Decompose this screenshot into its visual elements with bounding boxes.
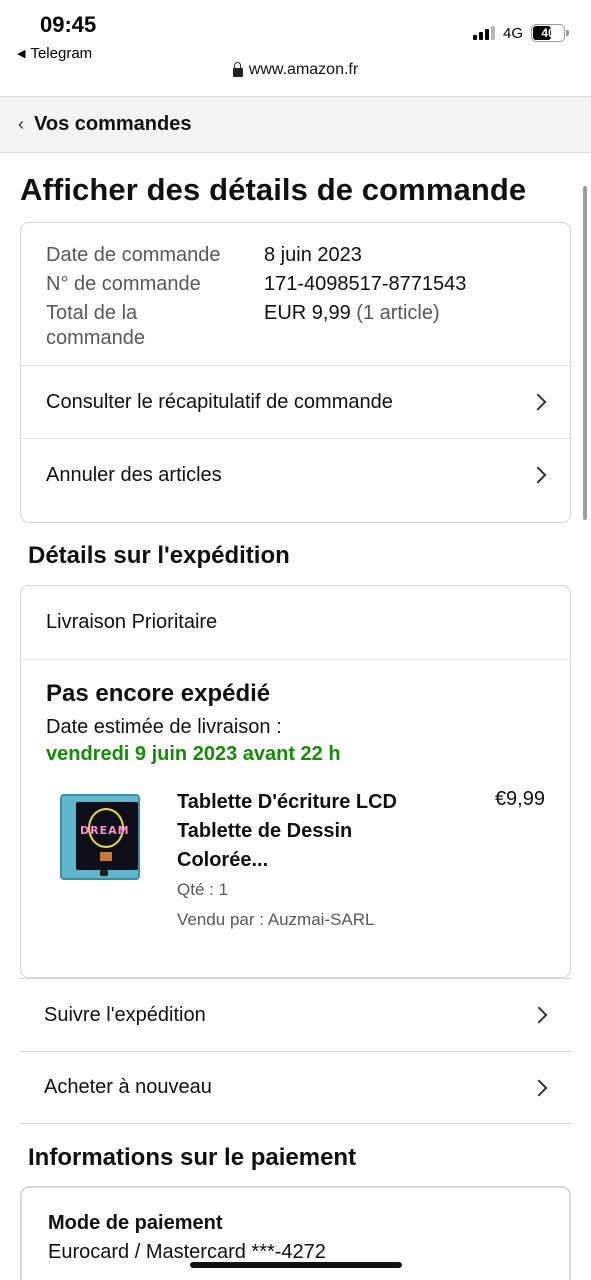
order-summary-card: Date de commande 8 juin 2023 N° de comma… — [20, 222, 571, 523]
order-total-value: EUR 9,99 (1 article) — [264, 301, 545, 351]
product-image[interactable]: DREAM — [54, 788, 154, 888]
shipping-method: Livraison Prioritaire — [21, 586, 570, 660]
battery-level: 40 — [541, 26, 555, 40]
page-title: Afficher des détails de commande — [20, 172, 527, 207]
order-date-label: Date de commande — [46, 244, 221, 266]
shipping-section-title: Détails sur l'expédition — [28, 542, 290, 569]
item-seller: Vendu par : Auzmai-SARL — [177, 910, 375, 929]
status-indicators: 4G 40 — [472, 24, 569, 42]
eta-date: vendredi 9 juin 2023 avant 22 h — [46, 743, 341, 765]
track-shipment-link[interactable]: Suivre l'expédition — [20, 978, 571, 1051]
order-number-value: 171-4098517-8771543 — [264, 273, 467, 295]
item-title-line2: Tablette de Dessin — [177, 820, 353, 842]
order-date-value: 8 juin 2023 — [264, 244, 362, 266]
signal-icon — [472, 26, 495, 40]
product-image-text: DREAM — [80, 824, 130, 837]
cancel-items-link[interactable]: Annuler des articles — [21, 438, 570, 511]
chevron-right-icon — [529, 466, 547, 484]
lock-icon — [232, 61, 243, 77]
eta-label: Date estimée de livraison : — [46, 716, 282, 738]
back-app-label: Telegram — [30, 45, 93, 62]
battery-icon: 40 — [531, 24, 569, 42]
url-bar[interactable]: www.amazon.fr — [0, 61, 591, 79]
lcd-tablet-image: DREAM — [60, 794, 140, 880]
item-title-line1: Tablette D'écriture LCD — [177, 791, 397, 813]
order-total-label-line2: commande — [46, 327, 145, 349]
back-triangle-icon: ◀ — [17, 48, 26, 60]
breadcrumb[interactable]: ‹ Vos commandes — [0, 96, 591, 153]
shipment-card: Livraison Prioritaire Pas encore expédié… — [20, 585, 571, 978]
breadcrumb-label: Vos commandes — [34, 113, 192, 135]
item-info: Tablette D'écriture LCD Tablette de Dess… — [177, 788, 427, 930]
order-item-count: (1 article) — [356, 302, 440, 324]
status-time: 09:45 — [40, 12, 97, 37]
back-to-app-link[interactable]: ◀ Telegram — [17, 45, 92, 62]
buy-again-link[interactable]: Acheter à nouveau — [20, 1051, 571, 1124]
cancel-items-label: Annuler des articles — [46, 463, 222, 486]
shipment-status: Pas encore expédié — [46, 680, 271, 707]
payment-section-title: Informations sur le paiement — [28, 1144, 357, 1171]
order-total-label: Total de la commande — [46, 301, 264, 351]
status-bar: 09:45 ◀ Telegram 4G 40 www.amazon.fr — [0, 0, 591, 96]
item-price: €9,99 — [494, 788, 545, 810]
view-order-summary-link[interactable]: Consulter le récapitulatif de commande — [21, 365, 570, 438]
order-item: DREAM Tablette D'écriture LCD Tablette d… — [46, 788, 545, 930]
item-title-line3: Colorée... — [177, 849, 269, 871]
item-quantity: Qté : 1 — [177, 880, 229, 899]
chevron-right-icon — [530, 1006, 548, 1024]
view-order-summary-label: Consulter le récapitulatif de commande — [46, 390, 393, 413]
home-indicator[interactable] — [190, 1262, 402, 1268]
payment-method-value: Eurocard / Mastercard ***-4272 — [48, 1241, 326, 1263]
order-total-amount: EUR 9,99 — [264, 302, 351, 324]
url-text: www.amazon.fr — [248, 61, 359, 78]
shipment-body: Pas encore expédié Date estimée de livra… — [21, 660, 570, 950]
buy-again-label: Acheter à nouveau — [44, 1076, 212, 1098]
network-type: 4G — [502, 24, 523, 42]
order-summary-details: Date de commande 8 juin 2023 N° de comma… — [21, 223, 570, 365]
chevron-right-icon — [530, 1079, 548, 1096]
chevron-left-icon: ‹ — [18, 114, 24, 134]
scrollbar[interactable] — [583, 186, 587, 520]
track-shipment-label: Suivre l'expédition — [44, 1003, 206, 1026]
chevron-right-icon — [529, 393, 547, 411]
order-number-label: N° de commande — [46, 273, 201, 295]
order-total-label-line1: Total de la — [46, 302, 138, 324]
item-title[interactable]: Tablette D'écriture LCD Tablette de Dess… — [177, 788, 427, 875]
payment-method-label: Mode de paiement — [48, 1212, 223, 1234]
